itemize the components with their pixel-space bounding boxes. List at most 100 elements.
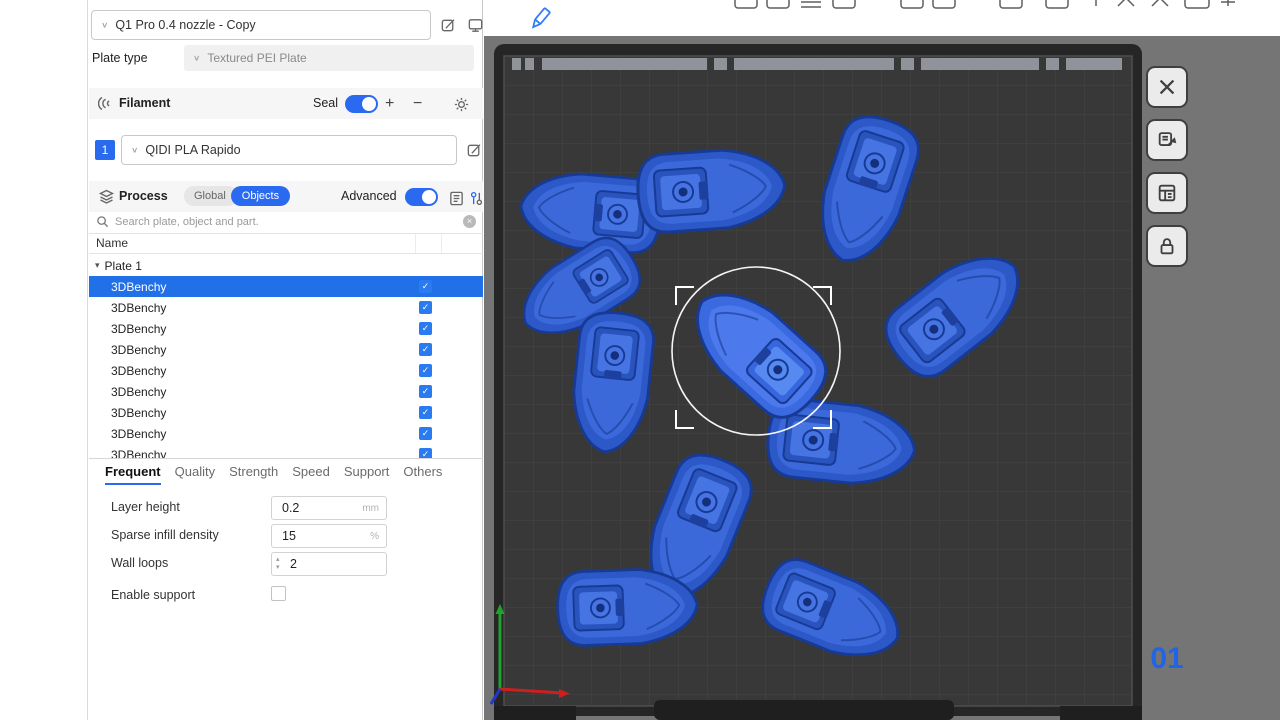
- scope-objects-button[interactable]: Objects: [231, 186, 290, 206]
- sparse-infill-unit: %: [370, 531, 379, 542]
- spin-up-icon[interactable]: ▴: [276, 556, 286, 564]
- object-visible-checkbox[interactable]: ✓: [419, 448, 432, 458]
- app-window: ∨ Q1 Pro 0.4 nozzle - Copy Plate type ∨ …: [0, 0, 1280, 720]
- viewport-side-toolbar: [1146, 66, 1188, 267]
- column-divider: [415, 234, 416, 253]
- viewport-top-strip: [484, 0, 1280, 36]
- advanced-toggle[interactable]: [405, 188, 438, 206]
- name-column-header: Name: [96, 236, 128, 250]
- object-name: 3DBenchy: [111, 343, 166, 357]
- object-row[interactable]: 3DBenchy ✓: [89, 423, 483, 444]
- process-layers-icon: [98, 188, 115, 205]
- add-filament-button[interactable]: +: [385, 88, 394, 119]
- object-row[interactable]: 3DBenchy ✓: [89, 318, 483, 339]
- auto-orient-button[interactable]: [1146, 119, 1188, 161]
- object-row[interactable]: 3DBenchy ✓: [89, 402, 483, 423]
- object-row[interactable]: 3DBenchy ✓: [89, 444, 483, 458]
- wall-loops-input[interactable]: [288, 553, 348, 574]
- sparse-infill-input-box: %: [271, 524, 387, 548]
- viewport-3d[interactable]: 01: [484, 0, 1280, 720]
- wall-loops-row: Wall loops ▴ ▾: [89, 552, 483, 576]
- object-name: 3DBenchy: [111, 301, 166, 315]
- sidebar: ∨ Q1 Pro 0.4 nozzle - Copy Plate type ∨ …: [89, 0, 483, 720]
- filament-title: Filament: [119, 88, 170, 119]
- process-scope-switch: Global Objects: [184, 186, 290, 206]
- plate-type-select[interactable]: ∨ Textured PEI Plate: [184, 45, 474, 71]
- scope-global-button[interactable]: Global: [184, 186, 238, 206]
- object-visible-checkbox[interactable]: ✓: [419, 385, 432, 398]
- search-input[interactable]: [113, 212, 453, 232]
- object-list-header: Name: [89, 233, 483, 254]
- compare-presets-icon[interactable]: [466, 188, 486, 208]
- clear-search-icon[interactable]: ×: [463, 215, 476, 228]
- object-row[interactable]: 3DBenchy ✓: [89, 360, 483, 381]
- process-title: Process: [119, 181, 168, 212]
- spinner-arrows[interactable]: ▴ ▾: [276, 556, 286, 572]
- object-name: 3DBenchy: [111, 322, 166, 336]
- printer-monitor-icon[interactable]: [465, 15, 485, 35]
- layer-height-input-box: mm: [271, 496, 387, 520]
- object-row[interactable]: 3DBenchy ✓: [89, 381, 483, 402]
- tab-strength[interactable]: Strength: [229, 464, 278, 479]
- object-name: 3DBenchy: [111, 364, 166, 378]
- column-divider: [441, 234, 442, 253]
- object-row[interactable]: 3DBenchy ✓: [89, 276, 483, 297]
- plate-top-clips: [512, 58, 1122, 70]
- object-visible-checkbox[interactable]: ✓: [419, 280, 432, 293]
- edit-preset-icon[interactable]: [438, 15, 458, 35]
- advanced-label: Advanced: [341, 181, 397, 212]
- filament-settings-gear-icon[interactable]: [451, 94, 471, 114]
- sparse-infill-row: Sparse infill density %: [89, 524, 483, 548]
- wall-loops-input-box: ▴ ▾: [271, 552, 387, 576]
- chevron-down-icon: ∨: [101, 21, 108, 30]
- seal-toggle[interactable]: [345, 95, 378, 113]
- object-name: 3DBenchy: [111, 385, 166, 399]
- filament-name: QIDI PLA Rapido: [145, 143, 240, 157]
- search-icon: [96, 215, 109, 233]
- object-name: 3DBenchy: [111, 280, 166, 294]
- object-visible-checkbox[interactable]: ✓: [419, 406, 432, 419]
- object-row[interactable]: 3DBenchy ✓: [89, 339, 483, 360]
- tab-support[interactable]: Support: [344, 464, 390, 479]
- remove-filament-button[interactable]: −: [413, 88, 422, 119]
- object-name: 3DBenchy: [111, 406, 166, 420]
- tab-speed[interactable]: Speed: [292, 464, 330, 479]
- enable-support-checkbox[interactable]: [271, 586, 286, 601]
- left-rail: [0, 0, 88, 720]
- sparse-infill-label: Sparse infill density: [111, 528, 219, 542]
- object-visible-checkbox[interactable]: ✓: [419, 364, 432, 377]
- edit-filament-icon[interactable]: [464, 140, 484, 160]
- object-row[interactable]: 3DBenchy ✓: [89, 297, 483, 318]
- object-visible-checkbox[interactable]: ✓: [419, 301, 432, 314]
- object-visible-checkbox[interactable]: ✓: [419, 427, 432, 440]
- parameter-table-icon[interactable]: [446, 188, 466, 208]
- process-tabs: Frequent Quality Strength Speed Support …: [89, 458, 483, 484]
- tab-others[interactable]: Others: [403, 464, 442, 479]
- search-row: ×: [89, 212, 483, 232]
- sparse-infill-input[interactable]: [280, 525, 352, 546]
- close-plate-button[interactable]: [1146, 66, 1188, 108]
- object-name: 3DBenchy: [111, 448, 166, 459]
- enable-support-label: Enable support: [111, 588, 195, 602]
- tab-quality[interactable]: Quality: [175, 464, 215, 479]
- filament-select[interactable]: ∨ QIDI PLA Rapido: [121, 135, 457, 165]
- lock-plate-button[interactable]: [1146, 225, 1188, 267]
- plate-tree-label: Plate 1: [105, 259, 142, 273]
- wall-loops-label: Wall loops: [111, 556, 168, 570]
- object-tree: ▾ Plate 1 3DBenchy ✓ 3DBenchy ✓ 3DBenchy…: [89, 255, 483, 458]
- enable-support-row: Enable support: [89, 584, 483, 608]
- object-visible-checkbox[interactable]: ✓: [419, 322, 432, 335]
- chevron-down-icon: ∨: [131, 146, 138, 155]
- layer-height-label: Layer height: [111, 500, 180, 514]
- layer-height-input[interactable]: [280, 497, 352, 518]
- plate-number-badge[interactable]: 01: [1144, 642, 1190, 676]
- printer-preset-select[interactable]: ∨ Q1 Pro 0.4 nozzle - Copy: [91, 10, 431, 40]
- plate-settings-button[interactable]: [1146, 172, 1188, 214]
- tab-frequent[interactable]: Frequent: [105, 464, 161, 479]
- plate-type-value: Textured PEI Plate: [207, 51, 306, 65]
- tree-expand-icon[interactable]: ▾: [95, 260, 100, 271]
- plate-tree-row[interactable]: ▾ Plate 1: [89, 255, 483, 276]
- filament-index-badge: 1: [95, 140, 115, 160]
- object-visible-checkbox[interactable]: ✓: [419, 343, 432, 356]
- spin-down-icon[interactable]: ▾: [276, 564, 286, 572]
